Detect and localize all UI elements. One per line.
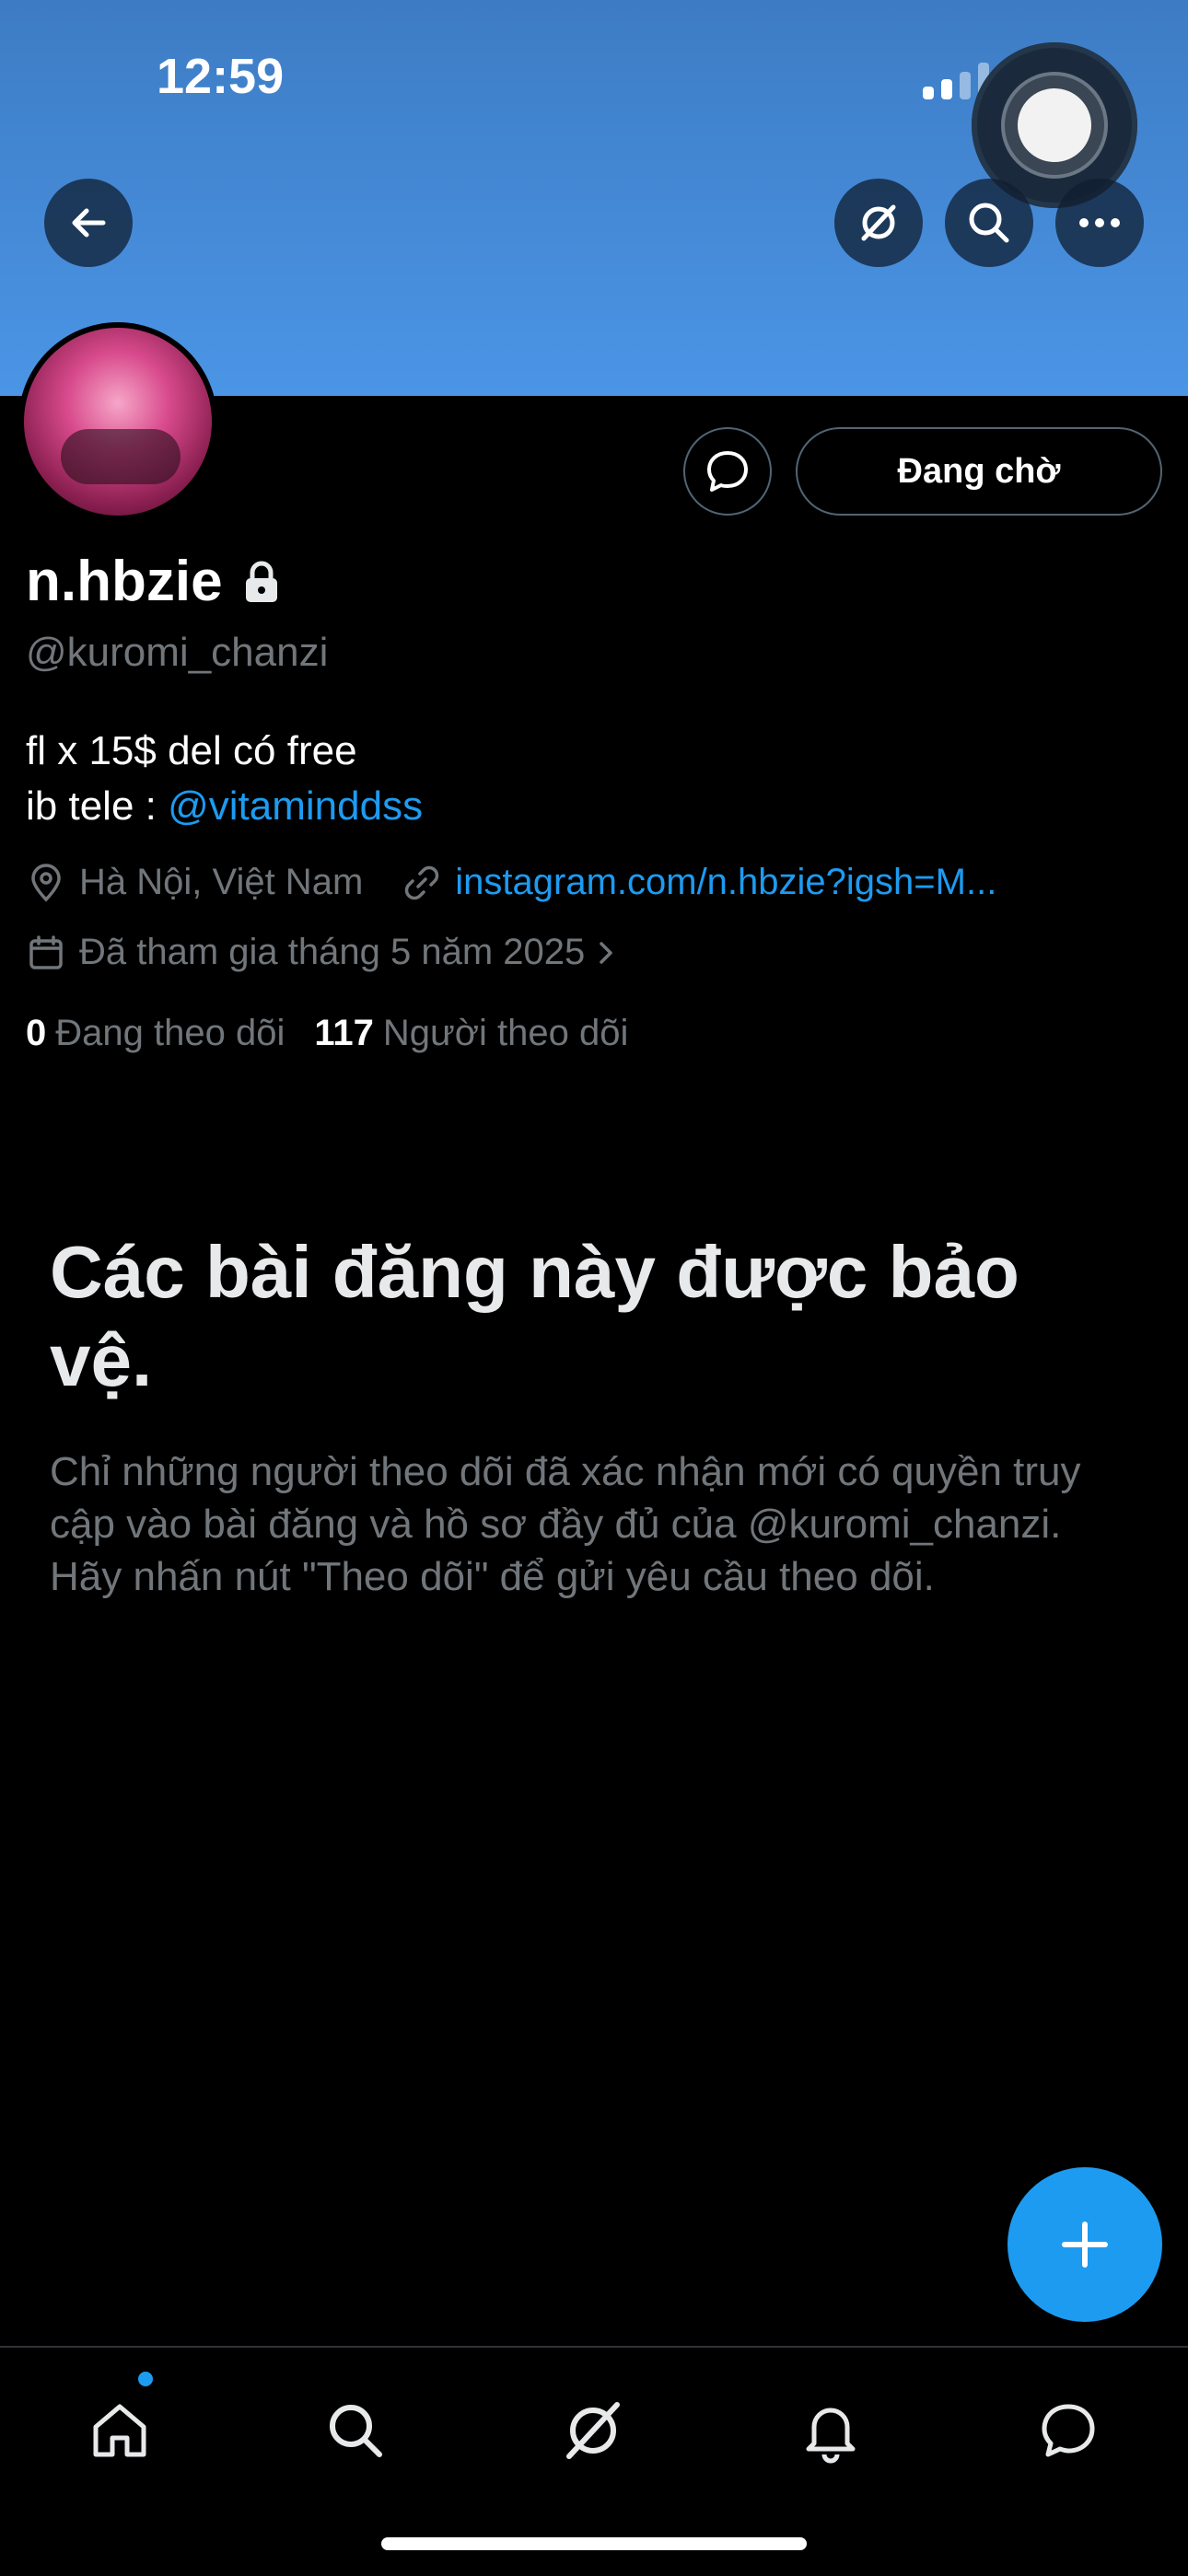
- location-text: Hà Nội, Việt Nam: [79, 862, 364, 902]
- following-stat[interactable]: 0 Đang theo dõi: [26, 1013, 285, 1054]
- bio: fl x 15$ del có free ib tele : @vitamind…: [26, 724, 423, 834]
- bio-line-1: fl x 15$ del có free: [26, 728, 357, 773]
- website-link[interactable]: instagram.com/n.hbzie?igsh=M...: [455, 862, 996, 903]
- search-icon: [330, 2405, 382, 2457]
- protected-title: Các bài đăng này được bảo vệ.: [50, 1231, 1019, 1401]
- joined-text: Đã tham gia tháng 5 năm 2025: [79, 932, 586, 972]
- following-count: 0: [26, 1013, 47, 1053]
- chat-bubble-icon: [707, 451, 748, 492]
- followers-stat[interactable]: 117 Người theo dõi: [314, 1013, 628, 1054]
- following-label: Đang theo dõi: [55, 1013, 285, 1053]
- bell-icon: [806, 2408, 856, 2464]
- telegram-mention-link[interactable]: @vitaminddss: [168, 783, 423, 829]
- compose-button[interactable]: [1007, 2167, 1162, 2322]
- home-notification-dot: [138, 2372, 153, 2386]
- home-icon: [93, 2404, 146, 2457]
- lock-icon: [245, 561, 277, 602]
- follow-counts: 0 Đang theo dõi 117 Người theo dõi: [26, 1013, 628, 1054]
- message-button[interactable]: [683, 427, 772, 516]
- nav-notifications[interactable]: [785, 2385, 877, 2477]
- nav-grok[interactable]: [547, 2385, 639, 2477]
- avatar[interactable]: [18, 322, 217, 521]
- followers-count: 117: [314, 1013, 374, 1053]
- display-name: n.hbzie: [26, 550, 223, 613]
- followers-label: Người theo dõi: [382, 1013, 629, 1053]
- nav-messages[interactable]: [1022, 2385, 1114, 2477]
- grok-icon: [566, 2402, 620, 2459]
- user-handle: @kuromi_chanzi: [26, 630, 329, 675]
- bio-line-2-prefix: ib tele :: [26, 783, 169, 829]
- protected-description: Chỉ những người theo dõi đã xác nhận mới…: [50, 1449, 1081, 1599]
- grok-icon: [861, 204, 896, 241]
- joined-date[interactable]: Đã tham gia tháng 5 năm 2025: [26, 932, 633, 973]
- plus-icon: [1062, 2222, 1108, 2268]
- display-name-row: n.hbzie: [26, 549, 280, 614]
- home-indicator[interactable]: [381, 2537, 807, 2550]
- joined-row[interactable]: Đã tham gia tháng 5 năm 2025: [26, 932, 671, 973]
- location-pin-icon: [31, 863, 61, 901]
- avatar-image: [24, 328, 212, 516]
- nav-home[interactable]: [74, 2385, 166, 2477]
- profile-meta-row: Hà Nội, Việt Nam instagram.com/n.hbzie?i…: [26, 862, 1035, 903]
- calendar-icon: [29, 934, 63, 969]
- search-icon: [969, 203, 1009, 243]
- website[interactable]: instagram.com/n.hbzie?igsh=M...: [402, 862, 996, 903]
- more-icon: [1079, 218, 1120, 227]
- grok-button[interactable]: [834, 179, 923, 267]
- more-options-button[interactable]: [1055, 179, 1144, 267]
- search-button[interactable]: [945, 179, 1033, 267]
- chevron-right-icon: [600, 941, 613, 964]
- location: Hà Nội, Việt Nam: [26, 862, 363, 903]
- nav-search[interactable]: [309, 2385, 402, 2477]
- back-button[interactable]: [44, 179, 133, 267]
- arrow-left-icon: [72, 208, 106, 238]
- bio-line-2: ib tele : @vitaminddss: [26, 779, 423, 834]
- status-time: 12:59: [157, 49, 285, 104]
- link-icon: [405, 865, 439, 899]
- pending-follow-button[interactable]: Đang chờ: [796, 427, 1162, 516]
- messages-icon: [1042, 2404, 1095, 2457]
